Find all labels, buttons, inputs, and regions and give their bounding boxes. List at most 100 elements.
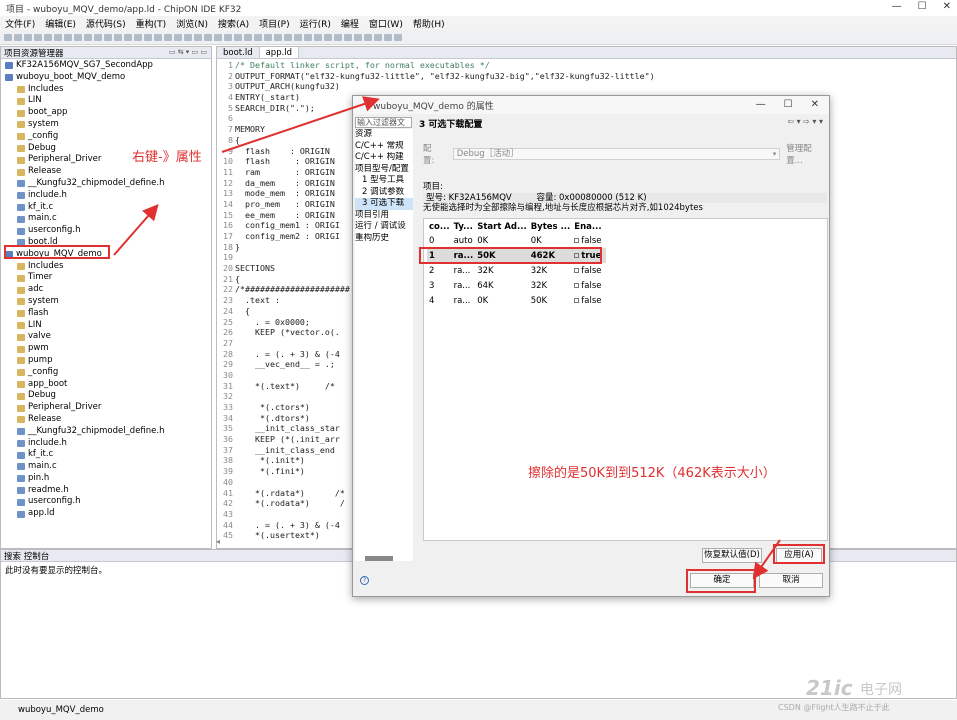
minimize-icon[interactable]: — [892, 1, 902, 12]
tree-item[interactable]: adc [1, 284, 211, 296]
tree-item[interactable]: boot_app [1, 107, 211, 119]
tree-item[interactable]: main.c [1, 461, 211, 473]
checkbox-icon[interactable] [574, 238, 579, 243]
toolbar-button-icon[interactable] [74, 34, 82, 41]
menu-window[interactable]: 窗口(W) [364, 17, 408, 30]
tree-item[interactable]: _config [1, 367, 211, 379]
toolbar-button-icon[interactable] [324, 34, 332, 41]
toolbar-button-icon[interactable] [174, 34, 182, 41]
toolbar-button-icon[interactable] [14, 34, 22, 41]
toolbar-button-icon[interactable] [314, 34, 322, 41]
config-select[interactable]: Debug［活动］ ▾ [453, 148, 781, 160]
toolbar-button-icon[interactable] [34, 34, 42, 41]
toolbar-button-icon[interactable] [214, 34, 222, 41]
col-header-enable[interactable]: Ena... [572, 220, 606, 233]
tab-boot-ld[interactable]: boot.ld [217, 47, 260, 58]
enable-cell[interactable]: false [572, 278, 606, 293]
toolbar-button-icon[interactable] [204, 34, 212, 41]
toolbar-button-icon[interactable] [304, 34, 312, 41]
checkbox-icon[interactable] [574, 298, 579, 303]
maximize-icon[interactable]: ☐ [918, 1, 927, 12]
tree-item[interactable]: Includes [1, 261, 211, 273]
tree-item[interactable]: kf_it.c [1, 202, 211, 214]
menu-help[interactable]: 帮助(H) [408, 17, 450, 30]
nav-item[interactable]: 资源 [355, 129, 413, 141]
menu-project[interactable]: 项目(P) [254, 17, 294, 30]
toolbar-button-icon[interactable] [294, 34, 302, 41]
nav-item[interactable]: 3 可选下载 [355, 198, 413, 210]
toolbar-button-icon[interactable] [164, 34, 172, 41]
col-header-start[interactable]: Start Ad... [475, 220, 529, 233]
toolbar-button-icon[interactable] [364, 34, 372, 41]
dialog-minimize-icon[interactable]: — [756, 99, 766, 110]
toolbar-button-icon[interactable] [154, 34, 162, 41]
menu-file[interactable]: 文件(F) [0, 17, 40, 30]
toolbar-button-icon[interactable] [124, 34, 132, 41]
tree-item[interactable]: kf_it.c [1, 449, 211, 461]
nav-item[interactable]: 项目型号/配置 [355, 164, 413, 176]
tree-item[interactable]: readme.h [1, 485, 211, 497]
toolbar-button-icon[interactable] [134, 34, 142, 41]
toolbar-button-icon[interactable] [104, 34, 112, 41]
tree-item[interactable]: system [1, 119, 211, 131]
toolbar-button-icon[interactable] [264, 34, 272, 41]
manage-config-button[interactable]: 管理配置... [786, 142, 828, 166]
toolbar-button-icon[interactable] [274, 34, 282, 41]
toolbar-button-icon[interactable] [64, 34, 72, 41]
tree-item[interactable]: Timer [1, 272, 211, 284]
toolbar-button-icon[interactable] [184, 34, 192, 41]
tree-item[interactable]: Peripheral_Driver [1, 402, 211, 414]
nav-item[interactable]: 项目引用 [355, 210, 413, 222]
tree-item[interactable]: app_boot [1, 379, 211, 391]
toolbar-button-icon[interactable] [334, 34, 342, 41]
table-row[interactable]: 3ra...64K32Kfalse [427, 278, 606, 293]
tree-item[interactable]: pwm [1, 343, 211, 355]
toolbar-button-icon[interactable] [374, 34, 382, 41]
toolbar-button-icon[interactable] [54, 34, 62, 41]
toolbar-button-icon[interactable] [114, 34, 122, 41]
filter-input[interactable]: 输入过滤器文 [355, 117, 412, 128]
toolbar-button-icon[interactable] [244, 34, 252, 41]
toolbar-button-icon[interactable] [284, 34, 292, 41]
tree-item[interactable]: Release [1, 414, 211, 426]
col-header-type[interactable]: Ty... [452, 220, 476, 233]
col-header-bytes[interactable]: Bytes ... [529, 220, 573, 233]
toolbar-button-icon[interactable] [354, 34, 362, 41]
nav-item[interactable]: 2 调试参数 [355, 187, 413, 199]
tree-item[interactable]: userconfig.h [1, 496, 211, 508]
toolbar-button-icon[interactable] [44, 34, 52, 41]
toolbar-button-icon[interactable] [234, 34, 242, 41]
help-icon[interactable]: ? [360, 576, 369, 585]
tree-item[interactable]: LIN [1, 320, 211, 332]
table-row[interactable]: 0auto0K0Kfalse [427, 233, 606, 248]
tree-item[interactable]: pin.h [1, 473, 211, 485]
nav-item[interactable]: 运行 / 调试设 [355, 221, 413, 233]
tree-item[interactable]: wuboyu_boot_MQV_demo [1, 72, 211, 84]
toolbar-button-icon[interactable] [254, 34, 262, 41]
cancel-button[interactable]: 取消 [759, 573, 823, 588]
tree-item[interactable]: KF32A156MQV_SG7_SecondApp [1, 60, 211, 72]
menu-program[interactable]: 编程 [336, 17, 364, 30]
nav-item[interactable]: 重构历史 [355, 233, 413, 245]
tab-app-ld[interactable]: app.ld [260, 47, 299, 58]
dialog-close-icon[interactable]: ✕ [811, 99, 819, 110]
tree-item[interactable]: pump [1, 355, 211, 367]
table-row[interactable]: 2ra...32K32Kfalse [427, 263, 606, 278]
dialog-maximize-icon[interactable]: ☐ [784, 99, 793, 110]
tree-item[interactable]: Release [1, 166, 211, 178]
nav-arrows-icon[interactable]: ⇦ ▾ ⇨ ▾ ▾ [787, 117, 823, 126]
enable-cell[interactable]: false [572, 233, 606, 248]
toolbar-button-icon[interactable] [4, 34, 12, 41]
menu-navigate[interactable]: 浏览(N) [171, 17, 213, 30]
menu-source[interactable]: 源代码(S) [81, 17, 131, 30]
tree-item[interactable]: _config [1, 131, 211, 143]
col-header-co[interactable]: co... [427, 220, 452, 233]
toolbar-button-icon[interactable] [94, 34, 102, 41]
tree-item[interactable]: app.ld [1, 508, 211, 520]
tree-item[interactable]: flash [1, 308, 211, 320]
toolbar-button-icon[interactable] [384, 34, 392, 41]
toolbar-button-icon[interactable] [224, 34, 232, 41]
checkbox-icon[interactable] [574, 283, 579, 288]
menu-refactor[interactable]: 重构(T) [131, 17, 172, 30]
enable-cell[interactable]: false [572, 293, 606, 308]
